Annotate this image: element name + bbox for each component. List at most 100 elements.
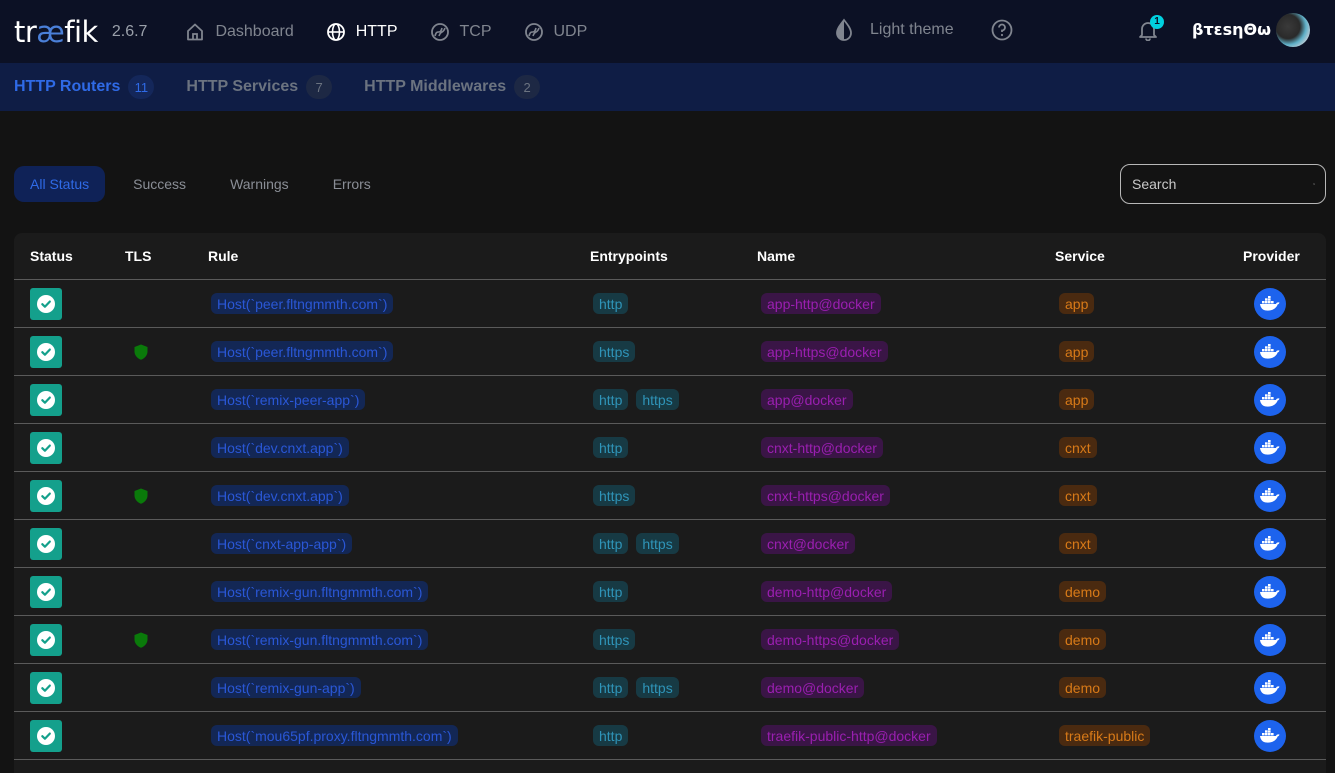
service-cell: cnxt [1059,520,1105,567]
table-row-1[interactable]: Host(`peer.fltngmmth.com`) https app-htt… [14,328,1326,376]
rule-chip: Host(`remix-peer-app`) [211,389,365,410]
entrypoint-chip-http: http [593,293,628,314]
rule-chip: Host(`remix-gun-app`) [211,677,361,698]
tab-http-routers-label: HTTP Routers [14,78,120,96]
router-name-chip: cnxt-http@docker [761,437,883,458]
status-filter-group: All Status Success Warnings Errors [14,166,399,202]
tab-http-middlewares[interactable]: HTTP Middlewares 2 [364,75,540,99]
entrypoints-cell: http [593,568,636,615]
entrypoint-chip-http: http [593,389,628,410]
rule-chip: Host(`peer.fltngmmth.com`) [211,293,393,314]
entrypoints-cell: https [593,472,643,519]
table-row-8[interactable]: Host(`remix-gun-app`) httphttps demo@doc… [14,664,1326,712]
provider-cell [1254,328,1286,375]
entrypoint-chip-http: http [593,725,628,746]
theme-toggle[interactable]: Light theme [834,18,954,42]
table-row-3[interactable]: Host(`dev.cnxt.app`) http cnxt-http@dock… [14,424,1326,472]
table-row-7[interactable]: Host(`remix-gun.fltngmmth.com`) https de… [14,616,1326,664]
search-input[interactable] [1132,176,1313,192]
table-row-6[interactable]: Host(`remix-gun.fltngmmth.com`) http dem… [14,568,1326,616]
nav-udp[interactable]: UDP [524,22,588,42]
col-provider[interactable]: Provider [1243,248,1300,264]
router-name-chip: cnxt@docker [761,533,855,554]
check-circle-icon [36,342,56,362]
service-cell: cnxt [1059,472,1105,519]
name-cell: demo-https@docker [761,616,907,663]
status-cell [30,376,62,423]
rule-cell: Host(`mou65pf.proxy.fltngmmth.com`) [211,712,466,759]
table-row-9[interactable]: Host(`mou65pf.proxy.fltngmmth.com`) http… [14,712,1326,760]
docker-whale-glyph [1259,392,1281,408]
entrypoint-chip-http: http [593,581,628,602]
col-entrypoints[interactable]: Entrypoints [590,248,668,264]
rule-cell: Host(`dev.cnxt.app`) [211,472,357,519]
theme-toggle-label: Light theme [870,21,954,39]
service-cell: demo [1059,568,1114,615]
router-name-chip: app-http@docker [761,293,881,314]
entrypoint-chip-https: https [636,389,678,410]
service-cell: demo [1059,616,1114,663]
col-rule[interactable]: Rule [208,248,238,264]
tls-shield-icon [132,487,150,505]
name-cell: app@docker [761,376,861,423]
tls-shield-icon [132,631,150,649]
docker-icon [1254,384,1286,416]
tab-http-routers[interactable]: HTTP Routers 11 [14,75,154,99]
service-cell: traefik-public [1059,712,1158,759]
router-name-chip: cnxt-https@docker [761,485,890,506]
sub-navbar: HTTP Routers 11 HTTP Services 7 HTTP Mid… [0,63,1335,111]
main-nav: Dashboard HTTP TCP UDP [185,22,619,42]
status-success-badge [30,528,62,560]
table-row-0[interactable]: Host(`peer.fltngmmth.com`) http app-http… [14,280,1326,328]
name-cell: cnxt-https@docker [761,472,898,519]
check-circle-icon [36,294,56,314]
entrypoint-chip-http: http [593,437,628,458]
nav-udp-label: UDP [554,23,588,41]
col-service[interactable]: Service [1055,248,1105,264]
nav-dashboard-label: Dashboard [215,23,293,41]
entrypoints-cell: http [593,712,636,759]
name-cell: cnxt-http@docker [761,424,891,471]
username[interactable]: βτεsηΘω [1192,20,1271,39]
filter-all-status[interactable]: All Status [14,166,105,202]
rule-chip: Host(`dev.cnxt.app`) [211,437,349,458]
provider-cell [1254,472,1286,519]
service-cell: cnxt [1059,424,1105,471]
rule-cell: Host(`remix-gun.fltngmmth.com`) [211,568,436,615]
status-cell [30,472,62,519]
service-chip: traefik-public [1059,725,1150,746]
col-tls[interactable]: TLS [125,248,151,264]
filter-errors[interactable]: Errors [317,166,387,202]
nav-tcp[interactable]: TCP [430,22,492,42]
table-row-5[interactable]: Host(`cnxt-app-app`) httphttps cnxt@dock… [14,520,1326,568]
provider-cell [1254,520,1286,567]
status-cell [30,280,62,327]
table-body: Host(`peer.fltngmmth.com`) http app-http… [14,280,1326,760]
tab-http-services[interactable]: HTTP Services 7 [186,75,332,99]
entrypoint-chip-https: https [593,629,635,650]
avatar[interactable] [1276,13,1310,47]
help-icon[interactable] [991,19,1013,41]
check-circle-icon [36,582,56,602]
service-cell: app [1059,376,1102,423]
traefik-logo[interactable]: træfik [14,15,98,49]
status-success-badge [30,672,62,704]
entrypoint-chip-http: http [593,677,628,698]
col-status[interactable]: Status [30,248,73,264]
name-cell: traefik-public-http@docker [761,712,945,759]
search-icon[interactable] [1313,174,1315,194]
col-name[interactable]: Name [757,248,795,264]
tab-http-services-count: 7 [306,75,332,99]
table-row-2[interactable]: Host(`remix-peer-app`) http https app@doc… [14,376,1326,424]
filter-warnings[interactable]: Warnings [214,166,305,202]
table-row-4[interactable]: Host(`dev.cnxt.app`) https cnxt-https@do… [14,472,1326,520]
nav-dashboard[interactable]: Dashboard [185,22,293,42]
filter-success[interactable]: Success [117,166,202,202]
status-success-badge [30,432,62,464]
udp-icon [524,22,544,42]
entrypoints-cell: https [593,616,643,663]
rule-cell: Host(`dev.cnxt.app`) [211,424,357,471]
nav-http[interactable]: HTTP [326,22,398,42]
status-cell [30,328,62,375]
entrypoints-cell: http [593,424,636,471]
